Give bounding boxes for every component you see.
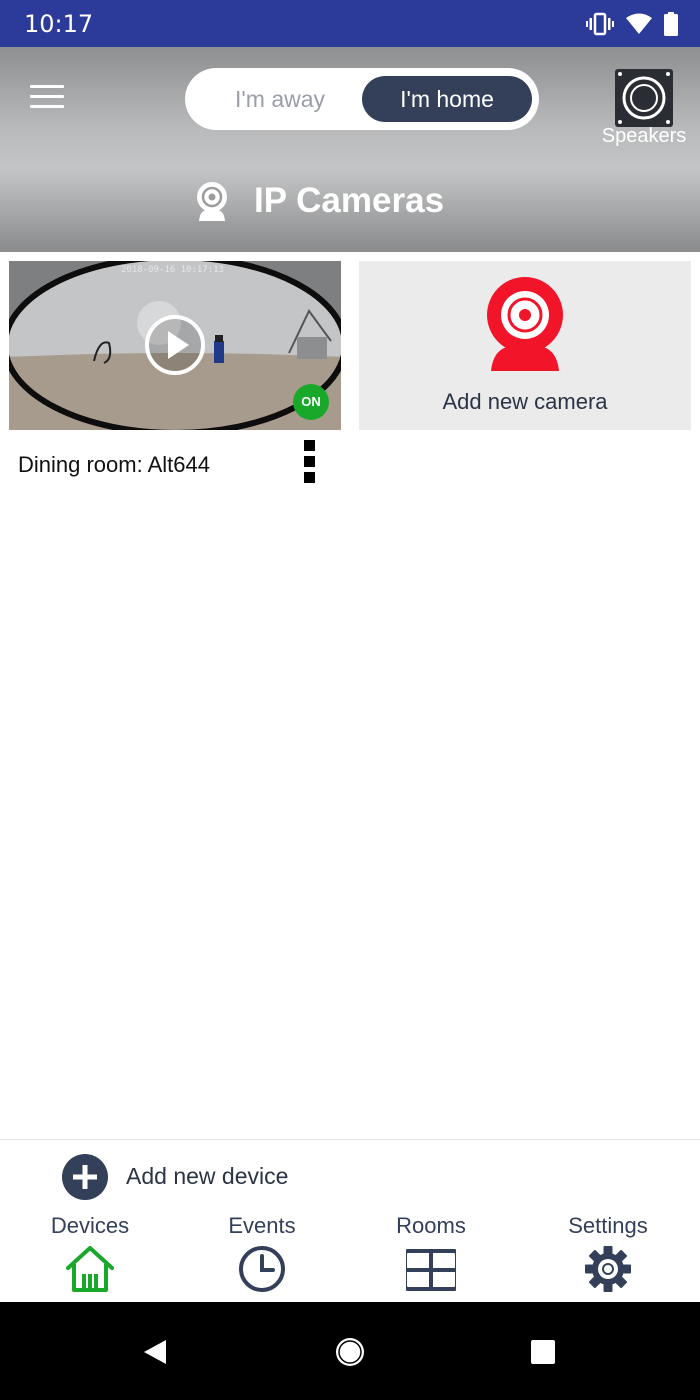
speakers-button[interactable]: Speakers [600,67,688,157]
back-icon[interactable] [136,1332,176,1372]
webcam-icon [197,182,227,221]
bottom-panel: Add new device Devices Events Rooms Sett… [0,1139,700,1302]
nav-devices[interactable]: Devices [20,1210,160,1300]
home-icon [66,1246,114,1292]
mode-toggle: I'm away I'm home [185,68,539,130]
gear-icon [585,1246,631,1292]
vibrate-icon [586,12,614,36]
camera-card[interactable]: 2018-09-16 10:17:13 ON [9,261,341,430]
wifi-icon [626,13,652,34]
speaker-icon [615,69,673,127]
clock-icon [239,1246,285,1292]
menu-button[interactable] [30,85,64,113]
nav-settings[interactable]: Settings [538,1210,678,1300]
plus-icon [62,1154,108,1200]
nav-label: Rooms [396,1213,466,1238]
page-title-row: IP Cameras [0,177,700,233]
play-icon[interactable] [144,314,206,376]
battery-icon [664,12,678,36]
page-title: IP Cameras [254,181,445,220]
camera-name: Dining room: Alt644 [18,452,210,477]
grid-icon [406,1249,456,1291]
status-icons [586,11,678,37]
status-bar: 10:17 [0,0,700,47]
nav-label: Settings [568,1213,648,1238]
nav-rooms[interactable]: Rooms [361,1210,501,1300]
add-camera-label: Add new camera [442,389,608,414]
status-badge: ON [293,384,329,420]
recents-icon[interactable] [523,1332,563,1372]
add-camera-button[interactable]: Add new camera [359,261,691,430]
home-button-icon[interactable] [330,1332,370,1372]
system-nav-bar [0,1302,700,1400]
nav-label: Events [228,1213,296,1238]
status-time: 10:17 [24,10,94,38]
away-mode-button[interactable]: I'm away [195,76,365,122]
nav-label: Devices [50,1213,130,1238]
speakers-label: Speakers [601,125,687,147]
more-options-icon[interactable] [304,440,318,484]
add-device-label: Add new device [126,1163,289,1189]
webcam-icon [487,277,563,371]
home-mode-button[interactable]: I'm home [362,76,532,122]
app-header: I'm away I'm home Speakers IP Cameras [0,47,700,252]
nav-events[interactable]: Events [192,1210,332,1300]
bottom-nav: Devices Events Rooms Settings [0,1210,700,1300]
camera-timestamp: 2018-09-16 10:17:13 [121,265,224,275]
